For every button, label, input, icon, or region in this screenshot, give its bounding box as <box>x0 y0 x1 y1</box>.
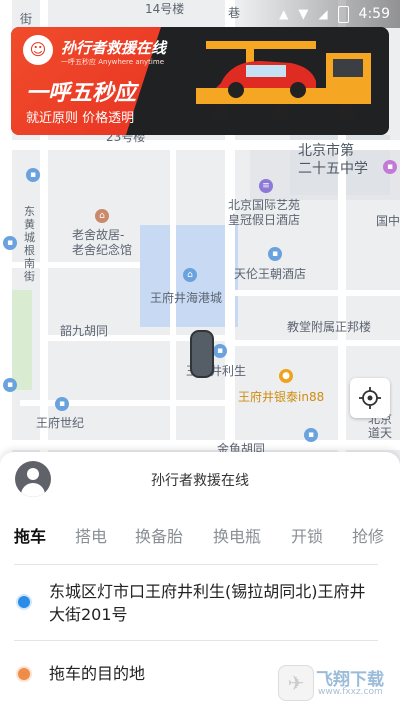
map-road <box>235 340 400 346</box>
hotel-icon: ≡ <box>259 179 273 193</box>
promo-banner[interactable]: ☺ 孙行者救援在线 一呼五秒应 Anywhere anytime 一呼五秒应 就… <box>11 27 389 135</box>
battery-icon <box>337 5 349 23</box>
map-label: 教堂附属正邦楼 <box>287 320 372 334</box>
monkey-logo-icon: ☺ <box>23 35 53 65</box>
building-icon: ▪ <box>3 378 17 392</box>
building-icon: ▪ <box>26 168 40 182</box>
origin-address-row[interactable]: 东城区灯市口王府井利生(锡拉胡同北)王府井大街201号 <box>14 580 384 640</box>
status-bar: ▲ ▼ ◢ 4:59 <box>240 0 400 28</box>
map-label: 北京国际艺苑 皇冠假日酒店 <box>228 198 301 227</box>
destination-dot-icon <box>18 668 30 680</box>
locate-button[interactable] <box>350 378 390 418</box>
divider <box>14 640 378 641</box>
shopping-icon: ● <box>279 369 293 383</box>
crosshair-icon <box>359 387 381 409</box>
map-road <box>20 400 230 406</box>
banner-brand: 孙行者救援在线 <box>61 39 167 57</box>
map-label: 国中 <box>376 214 400 228</box>
watermark: ✈ 飞翔下载 www.fxxz.com <box>278 665 396 705</box>
building-icon: ▪ <box>304 428 318 442</box>
tab-repair[interactable]: 抢修 <box>352 523 384 547</box>
notification-icon: ▲ <box>279 7 289 21</box>
tab-spare-tire[interactable]: 换备胎 <box>135 523 183 547</box>
origin-address: 东城区灯市口王府井利生(锡拉胡同北)王府井大街201号 <box>49 582 366 624</box>
tab-battery[interactable]: 换电瓶 <box>213 523 261 547</box>
tow-truck-icon <box>196 41 371 122</box>
map-road <box>235 290 400 296</box>
car-location-icon <box>190 330 214 378</box>
banner-brand-sub: 一呼五秒应 Anywhere anytime <box>61 58 165 66</box>
map-label: 东 黄 城 根 南 街 <box>24 205 35 283</box>
sheet-title: 孙行者救援在线 <box>151 473 249 489</box>
map-park <box>10 290 32 390</box>
map-label: 王府世纪 <box>36 416 85 430</box>
building-icon: ▪ <box>383 160 397 174</box>
map-label: 老舍故居- 老舍纪念馆 <box>72 228 133 257</box>
map-label: 韶九胡同 <box>60 324 109 338</box>
building-icon: ▪ <box>55 397 69 411</box>
map-label: 天伦王朝酒店 <box>234 267 307 281</box>
banner-tagline: 就近原则 价格透明 <box>26 111 135 126</box>
signal-icon: ◢ <box>318 7 328 21</box>
map-label: 北京市第 二十五中学 <box>298 143 368 177</box>
origin-dot-icon <box>18 596 30 608</box>
map-label: 王府井银泰in88 <box>238 390 325 404</box>
building-icon: ▪ <box>3 236 17 250</box>
banner-slogan: 一呼五秒应 <box>26 81 137 106</box>
clock-time: 4:59 <box>358 6 390 22</box>
destination-field: 拖车的目的地 <box>49 664 146 683</box>
museum-icon: ⌂ <box>95 209 109 223</box>
hotel-icon: ▪ <box>268 247 282 261</box>
tab-jump-start[interactable]: 搭电 <box>75 523 107 547</box>
shopping-icon: ▪ <box>213 344 227 358</box>
tab-unlock[interactable]: 开锁 <box>291 523 323 547</box>
map-label: 王府井海港城 <box>150 291 223 305</box>
wifi-icon: ▼ <box>298 6 309 22</box>
tab-tow[interactable]: 拖车 <box>14 523 46 547</box>
watermark-logo-icon: ✈ <box>278 665 314 701</box>
map-label: 街 <box>20 12 33 26</box>
service-tabs: 拖车 搭电 换备胎 换电瓶 开锁 抢修 <box>0 523 400 553</box>
map-label: 14号楼 <box>145 2 185 16</box>
map-label: 巷 <box>228 6 241 20</box>
divider <box>14 564 378 565</box>
watermark-url: www.fxxz.com <box>318 687 383 697</box>
map-road <box>0 262 140 268</box>
shopping-icon: ⌂ <box>183 268 197 282</box>
